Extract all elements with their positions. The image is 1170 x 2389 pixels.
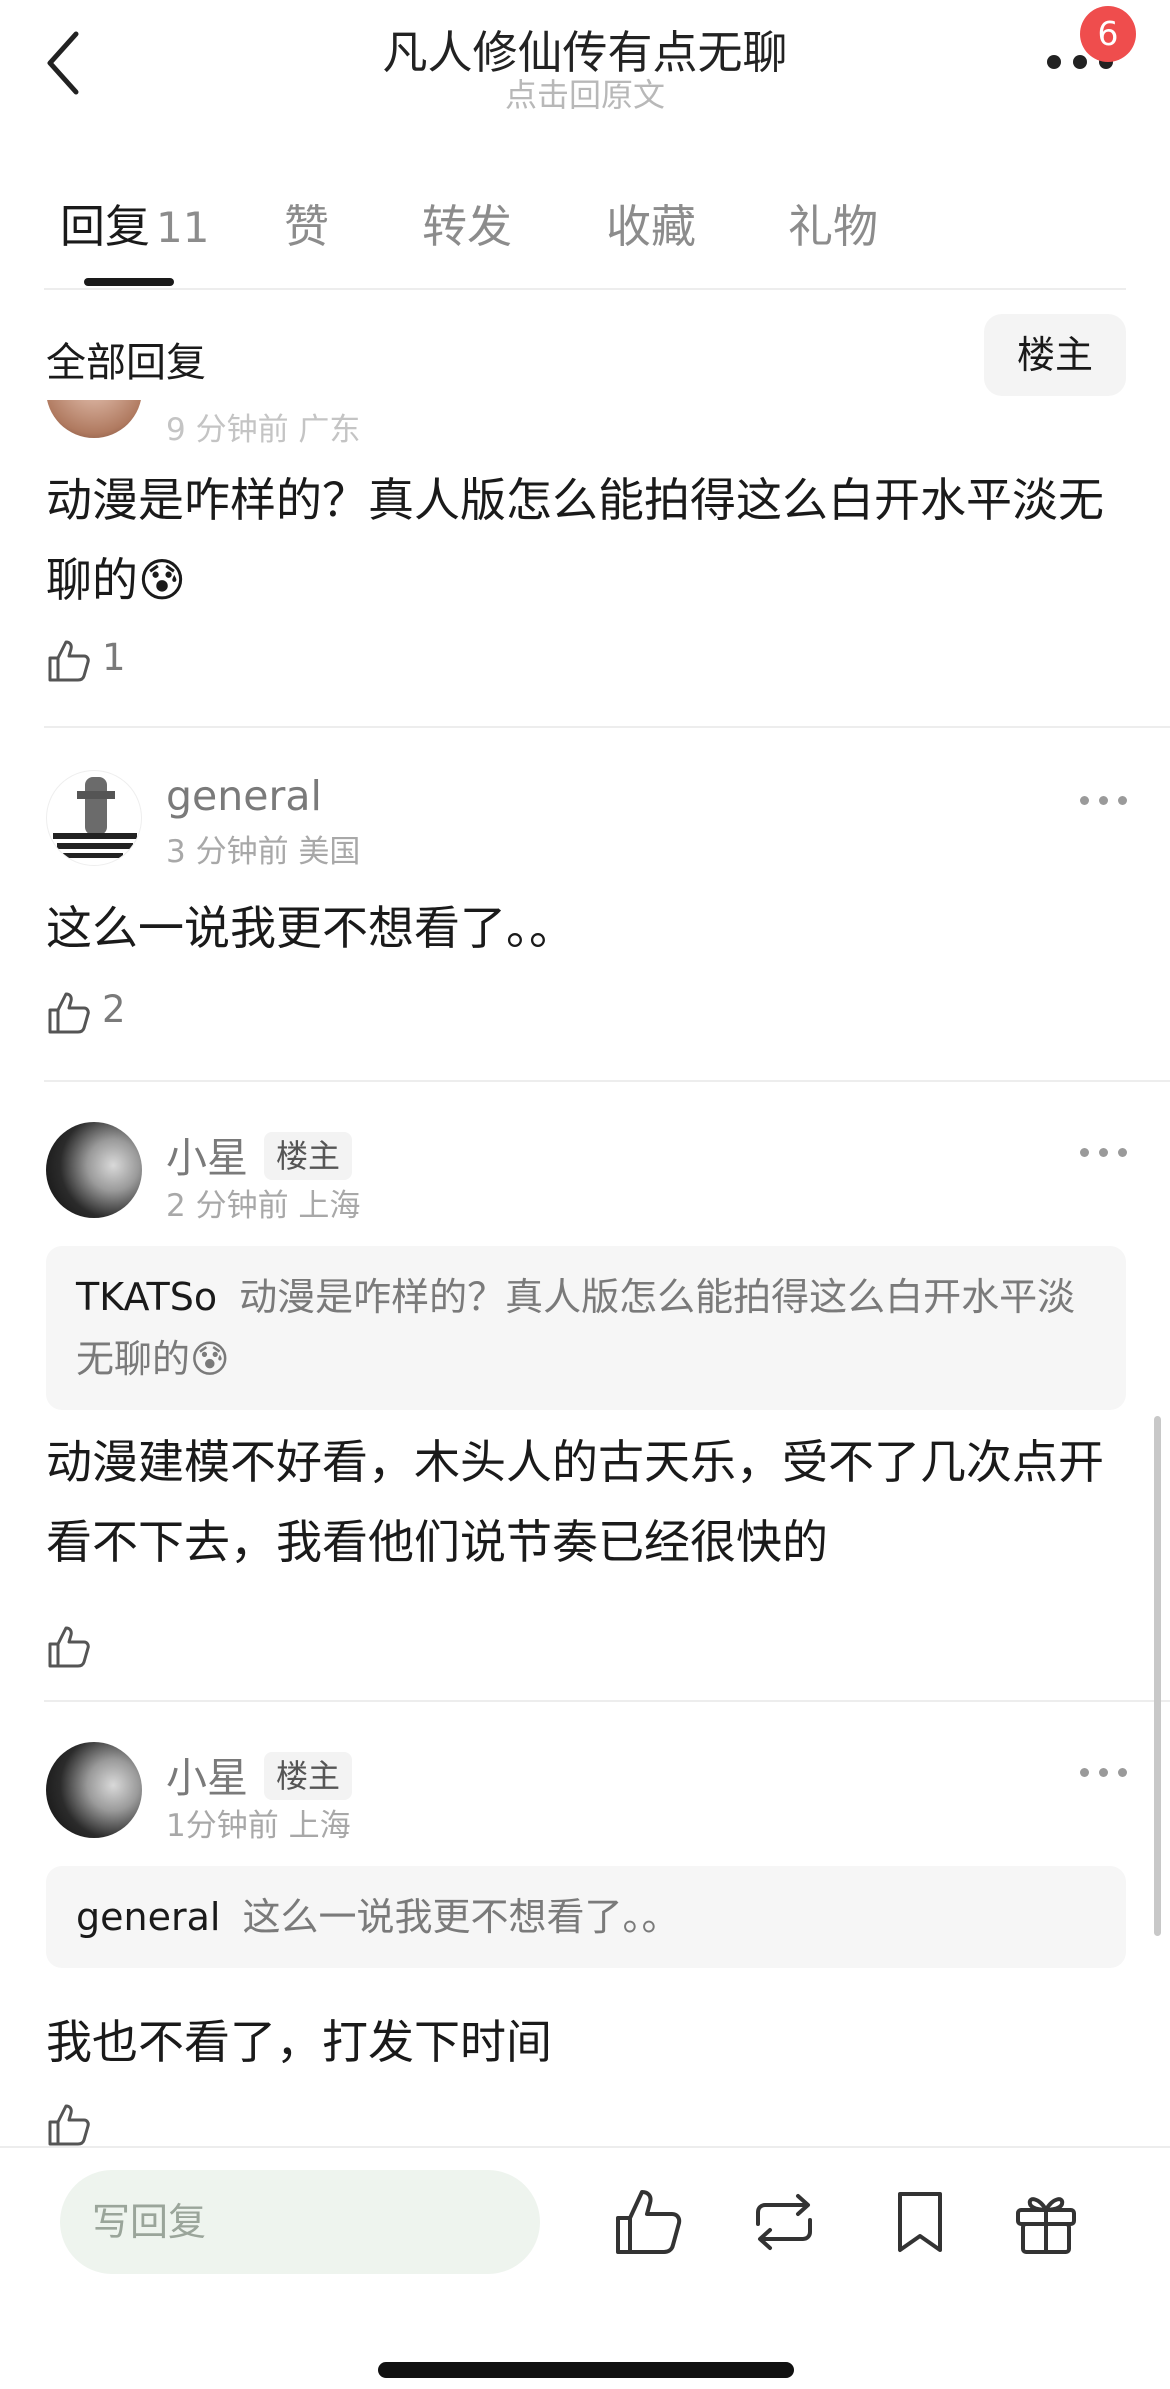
thumbs-up-icon [48,1626,90,1668]
like-button[interactable]: 2 [46,984,146,1044]
tab-replies-label: 回复 [60,200,151,253]
active-tab-indicator [84,278,174,286]
comment-text: 动漫建模不好看，木头人的古天乐，受不了几次点开看不下去，我看他们说节奏已经很快的 [46,1435,1104,1569]
bottom-action-bar: 写回复 [0,2146,1170,2389]
quoted-text: 动漫是咋样的？真人版怎么能拍得这么白开水平淡无聊的😰 [76,1275,1076,1381]
home-indicator [378,2362,794,2378]
username[interactable]: general [166,772,322,820]
tab-favorites[interactable]: 收藏 [606,190,696,255]
tab-replies[interactable]: 回复 11 [60,190,209,255]
tab-bar: 回复 11 赞 转发 收藏 礼物 [0,190,1170,290]
tab-replies-count: 11 [156,203,210,252]
all-replies-heading: 全部回复 [46,340,206,386]
comment-more-icon[interactable] [1080,1764,1128,1780]
username[interactable]: 小星 [166,1744,248,1804]
reply-input[interactable]: 写回复 [60,2170,540,2274]
thumbs-up-icon [48,640,90,682]
op-only-filter-button[interactable]: 楼主 [984,314,1126,396]
like-count: 2 [102,988,126,1031]
op-badge: 楼主 [264,1752,353,1800]
avatar[interactable] [46,1742,142,1838]
thumbs-up-icon [48,992,90,1034]
comment-more-icon[interactable] [1080,792,1128,808]
thumbs-up-icon [48,2104,90,2146]
quoted-username: TKATSo [76,1275,218,1319]
quoted-reply[interactable]: TKATSo 动漫是咋样的？真人版怎么能拍得这么白开水平淡无聊的😰 [46,1246,1126,1410]
avatar-image [53,777,137,858]
comment-text: 这么一说我更不想看了。。 [46,901,575,955]
like-button[interactable] [46,1618,106,1678]
comment-text: 动漫是咋样的？真人版怎么能拍得这么白开水平淡无聊的😰 [46,473,1104,607]
tab-gifts[interactable]: 礼物 [788,190,878,255]
back-to-original-link[interactable]: 点击回原文 [0,70,1170,116]
top-bar: 凡人修仙传有点无聊 点击回原文 6 [0,0,1170,140]
comment-meta: 1分钟前 上海 [166,1808,351,1844]
gift-icon[interactable] [1010,2186,1082,2258]
divider [44,288,1126,290]
op-badge: 楼主 [264,1132,353,1180]
divider [44,1080,1170,1082]
comment-meta: 2 分钟前 上海 [166,1188,361,1224]
avatar[interactable] [46,770,142,866]
like-icon[interactable] [612,2186,684,2258]
scrollbar[interactable] [1154,1416,1161,1936]
avatar[interactable] [46,1122,142,1218]
avatar[interactable] [46,400,142,438]
bookmark-icon[interactable] [884,2186,956,2258]
comment-more-icon[interactable] [1080,1144,1128,1160]
like-button[interactable]: 1 [46,632,146,692]
divider [44,726,1170,728]
username[interactable]: 小星 [166,1124,248,1184]
comment-meta: 3 分钟前 美国 [166,834,361,870]
notification-badge: 6 [1080,6,1136,62]
quoted-reply[interactable]: general 这么一说我更不想看了。。 [46,1866,1126,1968]
comment-meta: 9 分钟前 广东 [166,412,361,448]
tab-likes[interactable]: 赞 [284,190,329,255]
quoted-text: 这么一说我更不想看了。。 [242,1895,680,1939]
divider [44,1700,1170,1702]
tab-reposts[interactable]: 转发 [422,190,512,255]
quoted-username: general [76,1895,221,1939]
comment-text: 我也不看了，打发下时间 [46,2015,552,2069]
like-count: 1 [102,636,126,679]
repost-icon[interactable] [748,2186,820,2258]
